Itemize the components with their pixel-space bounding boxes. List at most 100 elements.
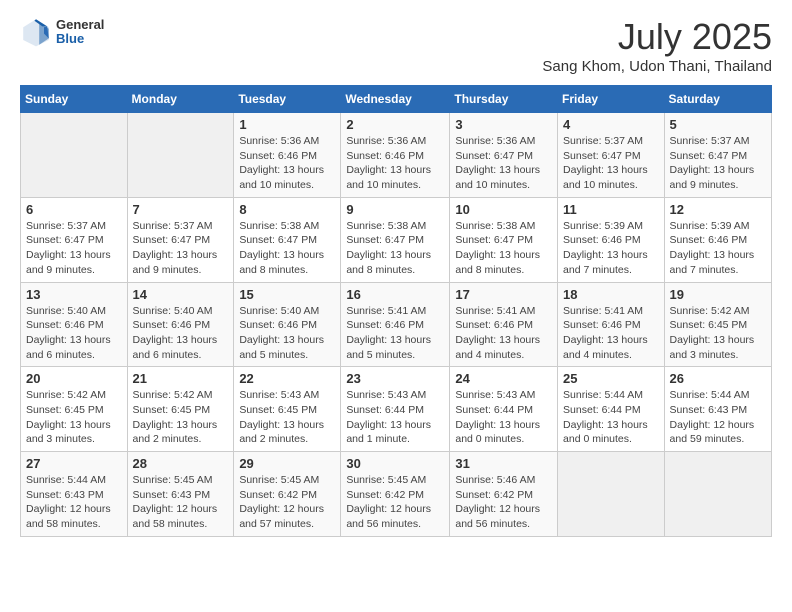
day-detail: Sunrise: 5:45 AMSunset: 6:42 PMDaylight:…	[239, 474, 324, 530]
day-number: 22	[239, 371, 335, 386]
day-cell: 10Sunrise: 5:38 AMSunset: 6:47 PMDayligh…	[450, 197, 558, 282]
day-cell: 25Sunrise: 5:44 AMSunset: 6:44 PMDayligh…	[558, 367, 665, 452]
day-number: 9	[346, 202, 444, 217]
day-detail: Sunrise: 5:42 AMSunset: 6:45 PMDaylight:…	[133, 389, 218, 445]
day-detail: Sunrise: 5:40 AMSunset: 6:46 PMDaylight:…	[26, 305, 111, 361]
day-cell: 30 Sunrise: 5:45 AMSunset: 6:42 PMDayligh…	[341, 452, 450, 537]
header-sunday: Sunday	[21, 86, 128, 113]
day-cell: 12Sunrise: 5:39 AMSunset: 6:46 PMDayligh…	[664, 197, 771, 282]
week-row-1: 1 Sunrise: 5:36 AMSunset: 6:46 PMDaylight…	[21, 113, 772, 198]
calendar-title: July 2025	[542, 16, 772, 58]
day-detail: Sunrise: 5:37 AMSunset: 6:47 PMDaylight:…	[26, 220, 111, 276]
day-cell: 15Sunrise: 5:40 AMSunset: 6:46 PMDayligh…	[234, 282, 341, 367]
day-number: 27	[26, 456, 122, 471]
header-monday: Monday	[127, 86, 234, 113]
logo-general: General	[56, 18, 104, 32]
day-detail: Sunrise: 5:44 AMSunset: 6:44 PMDaylight:…	[563, 389, 648, 445]
day-cell: 31 Sunrise: 5:46 AMSunset: 6:42 PMDayligh…	[450, 452, 558, 537]
day-number: 2	[346, 117, 444, 132]
day-number: 3	[455, 117, 552, 132]
day-number: 14	[133, 287, 229, 302]
header-thursday: Thursday	[450, 86, 558, 113]
title-area: July 2025 Sang Khom, Udon Thani, Thailan…	[542, 16, 772, 75]
day-number: 13	[26, 287, 122, 302]
week-row-4: 20Sunrise: 5:42 AMSunset: 6:45 PMDayligh…	[21, 367, 772, 452]
day-cell: 13 Sunrise: 5:40 AMSunset: 6:46 PMDayligh…	[21, 282, 128, 367]
day-cell: 2 Sunrise: 5:36 AMSunset: 6:46 PMDaylight…	[341, 113, 450, 198]
day-detail: Sunrise: 5:41 AMSunset: 6:46 PMDaylight:…	[346, 305, 431, 361]
day-number: 11	[563, 202, 659, 217]
day-cell: 1 Sunrise: 5:36 AMSunset: 6:46 PMDaylight…	[234, 113, 341, 198]
day-number: 4	[563, 117, 659, 132]
day-detail: Sunrise: 5:44 AMSunset: 6:43 PMDaylight:…	[670, 389, 755, 445]
day-cell: 20Sunrise: 5:42 AMSunset: 6:45 PMDayligh…	[21, 367, 128, 452]
day-detail: Sunrise: 5:45 AMSunset: 6:43 PMDaylight:…	[133, 474, 218, 530]
day-detail: Sunrise: 5:46 AMSunset: 6:42 PMDaylight:…	[455, 474, 540, 530]
logo-icon	[20, 16, 52, 48]
day-cell: 5 Sunrise: 5:37 AMSunset: 6:47 PMDaylight…	[664, 113, 771, 198]
day-number: 6	[26, 202, 122, 217]
day-detail: Sunrise: 5:38 AMSunset: 6:47 PMDaylight:…	[239, 220, 324, 276]
week-row-2: 6 Sunrise: 5:37 AMSunset: 6:47 PMDaylight…	[21, 197, 772, 282]
day-cell: 23Sunrise: 5:43 AMSunset: 6:44 PMDayligh…	[341, 367, 450, 452]
day-number: 17	[455, 287, 552, 302]
logo-text: General Blue	[56, 18, 104, 47]
header-wednesday: Wednesday	[341, 86, 450, 113]
day-detail: Sunrise: 5:42 AMSunset: 6:45 PMDaylight:…	[670, 305, 755, 361]
day-detail: Sunrise: 5:36 AMSunset: 6:46 PMDaylight:…	[346, 135, 431, 191]
day-cell	[21, 113, 128, 198]
day-cell: 21 Sunrise: 5:42 AMSunset: 6:45 PMDayligh…	[127, 367, 234, 452]
day-cell: 11Sunrise: 5:39 AMSunset: 6:46 PMDayligh…	[558, 197, 665, 282]
day-number: 7	[133, 202, 229, 217]
day-detail: Sunrise: 5:41 AMSunset: 6:46 PMDaylight:…	[455, 305, 540, 361]
week-row-3: 13 Sunrise: 5:40 AMSunset: 6:46 PMDayligh…	[21, 282, 772, 367]
day-number: 10	[455, 202, 552, 217]
day-cell: 29Sunrise: 5:45 AMSunset: 6:42 PMDayligh…	[234, 452, 341, 537]
day-number: 12	[670, 202, 766, 217]
week-row-5: 27 Sunrise: 5:44 AMSunset: 6:43 PMDayligh…	[21, 452, 772, 537]
day-detail: Sunrise: 5:43 AMSunset: 6:44 PMDaylight:…	[346, 389, 431, 445]
day-number: 1	[239, 117, 335, 132]
day-number: 5	[670, 117, 766, 132]
day-detail: Sunrise: 5:36 AMSunset: 6:46 PMDaylight:…	[239, 135, 324, 191]
day-cell: 8 Sunrise: 5:38 AMSunset: 6:47 PMDaylight…	[234, 197, 341, 282]
day-number: 26	[670, 371, 766, 386]
day-number: 31	[455, 456, 552, 471]
day-cell	[664, 452, 771, 537]
day-detail: Sunrise: 5:44 AMSunset: 6:43 PMDaylight:…	[26, 474, 111, 530]
day-cell: 24Sunrise: 5:43 AMSunset: 6:44 PMDayligh…	[450, 367, 558, 452]
day-number: 19	[670, 287, 766, 302]
day-cell: 22Sunrise: 5:43 AMSunset: 6:45 PMDayligh…	[234, 367, 341, 452]
day-number: 8	[239, 202, 335, 217]
day-cell: 28 Sunrise: 5:45 AMSunset: 6:43 PMDayligh…	[127, 452, 234, 537]
day-detail: Sunrise: 5:37 AMSunset: 6:47 PMDaylight:…	[563, 135, 648, 191]
day-detail: Sunrise: 5:37 AMSunset: 6:47 PMDaylight:…	[670, 135, 755, 191]
day-cell: 27 Sunrise: 5:44 AMSunset: 6:43 PMDayligh…	[21, 452, 128, 537]
day-number: 28	[133, 456, 229, 471]
day-number: 21	[133, 371, 229, 386]
day-detail: Sunrise: 5:41 AMSunset: 6:46 PMDaylight:…	[563, 305, 648, 361]
header-saturday: Saturday	[664, 86, 771, 113]
header-friday: Friday	[558, 86, 665, 113]
day-cell: 7Sunrise: 5:37 AMSunset: 6:47 PMDaylight…	[127, 197, 234, 282]
day-number: 30	[346, 456, 444, 471]
day-cell: 16 Sunrise: 5:41 AMSunset: 6:46 PMDayligh…	[341, 282, 450, 367]
day-detail: Sunrise: 5:45 AMSunset: 6:42 PMDaylight:…	[346, 474, 431, 530]
day-cell: 3 Sunrise: 5:36 AMSunset: 6:47 PMDaylight…	[450, 113, 558, 198]
logo: General Blue	[20, 16, 104, 48]
day-number: 18	[563, 287, 659, 302]
day-cell: 14Sunrise: 5:40 AMSunset: 6:46 PMDayligh…	[127, 282, 234, 367]
day-number: 24	[455, 371, 552, 386]
day-detail: Sunrise: 5:36 AMSunset: 6:47 PMDaylight:…	[455, 135, 540, 191]
day-cell	[558, 452, 665, 537]
day-cell: 17 Sunrise: 5:41 AMSunset: 6:46 PMDayligh…	[450, 282, 558, 367]
day-cell: 4 Sunrise: 5:37 AMSunset: 6:47 PMDaylight…	[558, 113, 665, 198]
day-cell	[127, 113, 234, 198]
day-cell: 19 Sunrise: 5:42 AMSunset: 6:45 PMDayligh…	[664, 282, 771, 367]
day-cell: 9Sunrise: 5:38 AMSunset: 6:47 PMDaylight…	[341, 197, 450, 282]
calendar-subtitle: Sang Khom, Udon Thani, Thailand	[542, 58, 772, 75]
header-tuesday: Tuesday	[234, 86, 341, 113]
day-detail: Sunrise: 5:42 AMSunset: 6:45 PMDaylight:…	[26, 389, 111, 445]
calendar-table: SundayMondayTuesdayWednesdayThursdayFrid…	[20, 85, 772, 537]
day-number: 16	[346, 287, 444, 302]
